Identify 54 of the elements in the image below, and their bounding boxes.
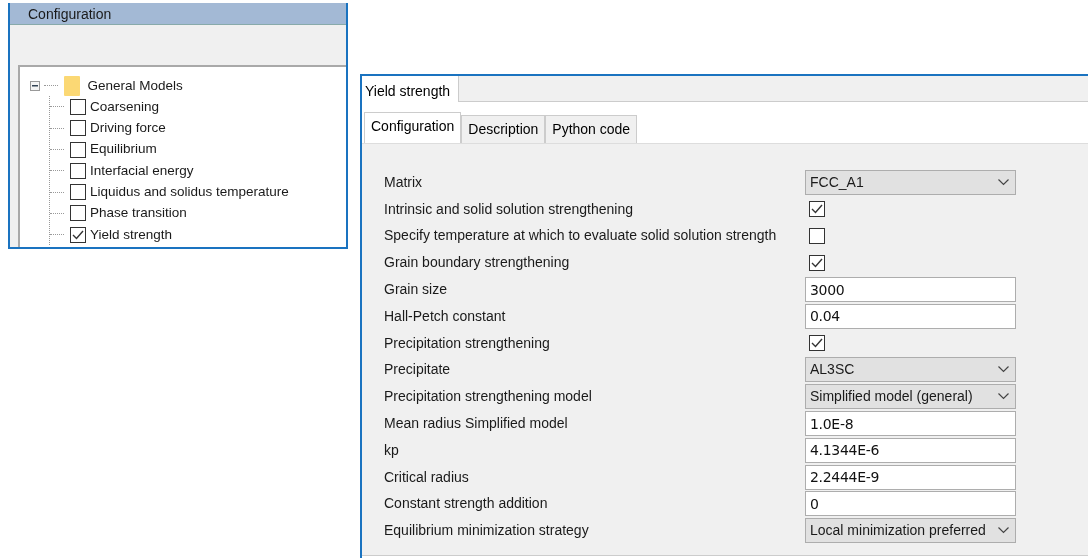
tab[interactable]: Configuration [364,112,462,143]
chevron-down-icon [998,366,1009,374]
tree-item[interactable]: Phase transition [90,203,187,224]
collapse-icon[interactable] [30,80,40,91]
tree-item[interactable]: Driving force [90,118,166,139]
checkbox[interactable] [809,201,825,218]
field-label: Equilibrium minimization strategy [384,521,590,541]
input-field[interactable]: 3000 [805,277,1016,303]
tree-item[interactable]: Interfacial energy [90,160,194,181]
checkbox[interactable] [809,228,825,244]
input-field[interactable]: 0.04 [805,303,1016,329]
dropdown[interactable]: AL3SC [805,357,1016,383]
field-label: Matrix [384,172,424,192]
field-label: Precipitate [384,360,452,380]
tree-item[interactable]: Equilibrium [90,139,157,160]
checkbox[interactable] [70,141,86,158]
input-field[interactable]: 4.1344E-6 [805,437,1016,463]
checkbox[interactable] [70,162,86,179]
chevron-down-icon [998,393,1009,401]
checkbox[interactable] [70,226,86,243]
field-label: kp [384,440,400,460]
document-tab[interactable]: Yield strength [362,76,460,102]
checkbox[interactable] [70,184,86,201]
dropdown[interactable]: FCC_A1 [805,169,1016,195]
field-label: Precipitation strengthening [384,333,551,353]
field-label: Constant strength addition [384,494,549,514]
tree-item[interactable]: Liquidus and solidus temperature [90,182,289,203]
tab[interactable]: Description [461,115,546,143]
tab[interactable]: Python code [545,115,638,143]
field-label: Precipitation strengthening model [384,387,593,407]
folder-icon [64,75,80,96]
input-field[interactable]: 2.2444E-9 [805,464,1016,490]
field-label: Grain size [384,280,449,300]
checkbox[interactable] [70,98,86,115]
field-label: Mean radius Simplified model [384,414,569,434]
input-field[interactable]: 1.0E-8 [805,411,1016,437]
checkbox[interactable] [70,205,86,222]
tree-item[interactable]: General Models [87,75,183,96]
tree-item[interactable]: Yield strength [90,224,173,245]
input-field[interactable]: 0 [805,491,1016,517]
checkbox[interactable] [809,335,825,352]
field-label: Intrinsic and solid solution strengthening [384,199,635,219]
tree-item[interactable]: Coarsening [90,96,160,118]
field-label: Grain boundary strengthening [384,253,571,273]
checkbox[interactable] [70,120,86,137]
field-label: Specify temperature at which to evaluate solid solution strength [384,226,778,246]
dropdown[interactable]: Local minimization preferred [805,518,1016,544]
field-label: Hall-Petch constant [384,306,507,326]
field-label: Critical radius [384,467,470,487]
checkbox[interactable] [809,254,825,271]
panel-title: Configuration [10,3,346,25]
chevron-down-icon [998,178,1009,186]
dropdown[interactable]: Simplified model (general) [805,384,1016,410]
chevron-down-icon [998,527,1009,535]
